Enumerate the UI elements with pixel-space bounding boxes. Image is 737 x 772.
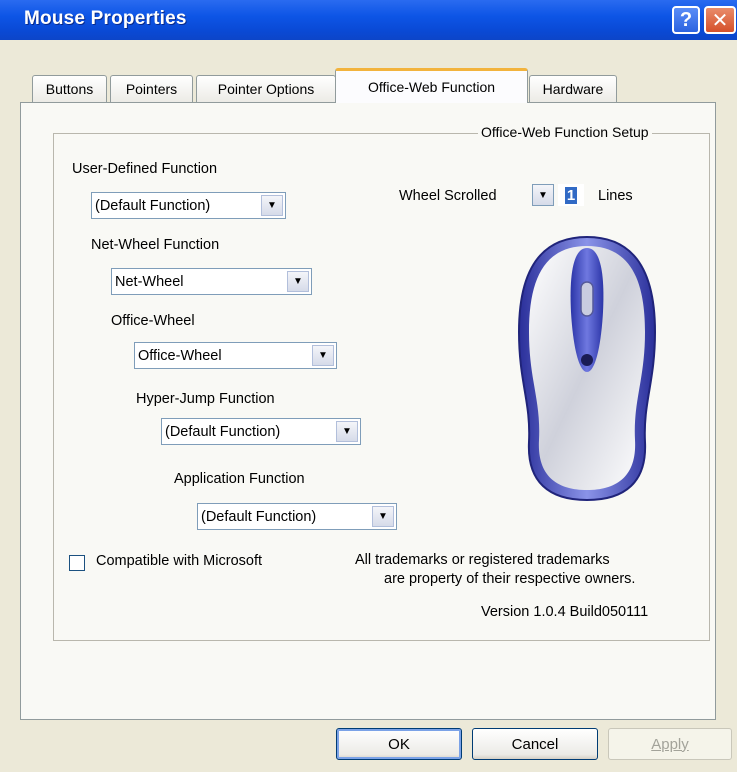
select-value: Office-Wheel <box>138 347 222 364</box>
help-button[interactable]: ? <box>672 6 700 34</box>
net-wheel-label: Net-Wheel Function <box>91 237 220 253</box>
tab-label: Office-Web Function <box>367 79 496 95</box>
compatible-checkbox[interactable] <box>69 555 85 571</box>
tab-label: Hardware <box>542 81 604 97</box>
tab-hardware[interactable]: Hardware <box>529 75 617 102</box>
chevron-down-icon[interactable]: ▼ <box>336 421 358 442</box>
application-label: Application Function <box>174 471 305 487</box>
group-title: Office-Web Function Setup <box>478 124 652 140</box>
tab-office-web-function[interactable]: Office-Web Function <box>335 68 528 103</box>
cancel-button[interactable]: Cancel <box>472 728 598 760</box>
chevron-down-icon[interactable]: ▼ <box>261 195 283 216</box>
chevron-down-icon[interactable]: ▼ <box>287 271 309 292</box>
trademark-line-2: are property of their respective owners. <box>384 571 636 587</box>
tab-pointer-options[interactable]: Pointer Options <box>196 75 336 102</box>
user-defined-label: User-Defined Function <box>72 161 218 177</box>
close-icon: ✕ <box>711 9 729 32</box>
office-wheel-label: Office-Wheel <box>111 313 195 329</box>
chevron-down-icon[interactable]: ▼ <box>312 345 334 366</box>
ok-label: OK <box>388 735 410 753</box>
help-icon: ? <box>679 8 693 31</box>
select-value: (Default Function) <box>201 508 317 525</box>
window-title: Mouse Properties <box>24 8 187 29</box>
tab-buttons[interactable]: Buttons <box>32 75 107 102</box>
compatible-label: Compatible with Microsoft <box>96 553 262 569</box>
select-value: (Default Function) <box>95 197 211 214</box>
wheel-scrolled-label: Wheel Scrolled <box>399 188 497 204</box>
wheel-lines-input[interactable]: 1 <box>558 184 584 206</box>
application-select[interactable]: (Default Function) ▼ <box>197 503 397 530</box>
close-button[interactable]: ✕ <box>704 6 736 34</box>
mouse-illustration <box>517 235 657 502</box>
select-value: (Default Function) <box>165 423 281 440</box>
net-wheel-select[interactable]: Net-Wheel ▼ <box>111 268 312 295</box>
office-wheel-select[interactable]: Office-Wheel ▼ <box>134 342 337 369</box>
version-text: Version 1.0.4 Build050111 <box>481 604 649 620</box>
tab-pointers[interactable]: Pointers <box>110 75 193 102</box>
hyper-jump-label: Hyper-Jump Function <box>136 391 275 407</box>
tab-label: Buttons <box>45 81 94 97</box>
trademark-line-1: All trademarks or registered trademarks <box>355 552 610 568</box>
ok-button[interactable]: OK <box>336 728 462 760</box>
apply-button[interactable]: Apply <box>608 728 732 760</box>
cancel-label: Cancel <box>511 735 559 753</box>
tab-label: Pointer Options <box>217 81 315 97</box>
select-value: Net-Wheel <box>115 273 184 290</box>
tab-label: Pointers <box>125 81 178 97</box>
user-defined-select[interactable]: (Default Function) ▼ <box>91 192 286 219</box>
chevron-down-icon: ▼ <box>538 189 548 201</box>
wheel-lines-value: 1 <box>564 186 578 204</box>
apply-label: Apply <box>651 735 689 753</box>
chevron-down-icon[interactable]: ▼ <box>372 506 394 527</box>
lines-unit-label: Lines <box>598 188 633 204</box>
hyper-jump-select[interactable]: (Default Function) ▼ <box>161 418 361 445</box>
wheel-lines-dropdown[interactable]: ▼ <box>532 184 554 206</box>
